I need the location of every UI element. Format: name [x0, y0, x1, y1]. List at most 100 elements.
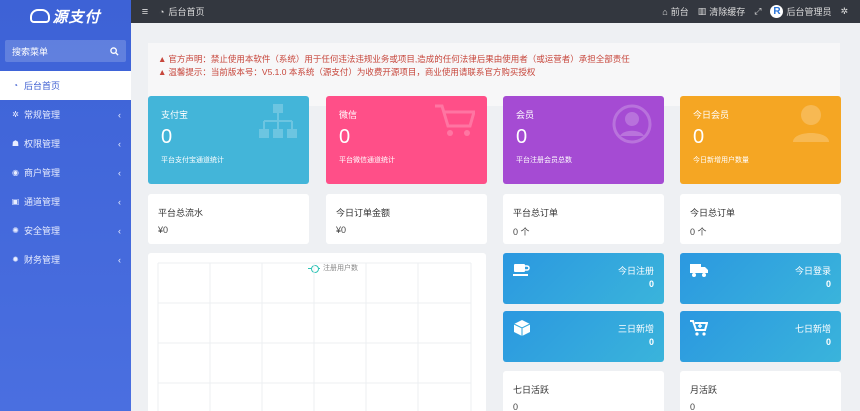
warning-icon: ▲: [158, 67, 167, 77]
stat-value: ¥0: [158, 225, 169, 235]
cube-icon: [513, 320, 531, 336]
user-circle-icon: ◉: [12, 168, 19, 177]
sitemap-icon: [259, 104, 297, 138]
sidebar-search-label: 搜索菜单: [12, 46, 49, 57]
warning-icon: ▲: [158, 54, 167, 64]
admin-menu[interactable]: R 后台管理员: [770, 5, 831, 18]
cloud-icon: [30, 9, 51, 23]
logo[interactable]: 源支付: [0, 0, 131, 32]
card-alipay: 支付宝 0 平台支付宝通道统计: [148, 96, 309, 184]
channel-icon: ▣: [11, 197, 20, 206]
clear-cache-label: 清除缓存: [709, 7, 746, 17]
notice-line-2: ▲ 温馨提示：当前版本号：V5.1.0 本系统（源支付）为收费开源项目，商业使用请…: [158, 66, 830, 79]
register-chart: 注册用户数: [148, 253, 486, 411]
stat-today-amount: 今日订单金额 ¥0: [326, 194, 487, 244]
stat-value: 0 个: [513, 227, 530, 237]
user-icon: [612, 104, 652, 144]
expand-icon: ⤢: [754, 6, 762, 16]
cart-plus-icon: [690, 320, 708, 336]
sidebar-item-label: 通道管理: [24, 197, 61, 207]
finance-icon: ✹: [12, 255, 19, 264]
tile-today-register: 今日注册 0: [503, 253, 664, 304]
stat-monthly-active: 月活跃 0: [680, 371, 841, 411]
trash-icon: ▥: [697, 6, 707, 16]
sidebar-menu: ◔ 后台首页 ✲ 常规管理 ‹ ☗ 权限管理 ‹ ◉ 商户管理 ‹ ▣ 通道管理…: [0, 71, 131, 274]
admin-label: 后台管理员: [786, 7, 832, 17]
fullscreen-button[interactable]: ⤢: [754, 6, 761, 17]
stat-label: 平台总流水: [158, 208, 204, 218]
search-icon: [110, 46, 119, 56]
breadcrumb-label: 后台首页: [168, 7, 205, 17]
clear-cache-button[interactable]: ▥ 清除缓存: [698, 5, 746, 18]
settings-button[interactable]: ✲: [840, 6, 848, 17]
tile-title: 三日新增: [617, 324, 654, 334]
chevron-left-icon: ‹: [118, 254, 121, 265]
tile-title: 七日新增: [794, 324, 831, 334]
avatar: R: [770, 5, 784, 18]
truck-icon: [690, 264, 708, 277]
menu-toggle-icon[interactable]: ≡: [131, 6, 159, 18]
sidebar-item-permissions[interactable]: ☗ 权限管理 ‹: [0, 129, 131, 158]
chevron-left-icon: ‹: [118, 138, 121, 149]
sidebar-item-finance[interactable]: ✹ 财务管理 ‹: [0, 245, 131, 274]
card-desc: 平台支付宝通道统计: [161, 157, 224, 164]
sidebar: 源支付 搜索菜单 ◔ 后台首页 ✲ 常规管理 ‹ ☗ 权限管理 ‹ ◉ 商户管理…: [0, 0, 131, 411]
stat-label: 平台总订单: [513, 208, 559, 218]
sidebar-item-merchants[interactable]: ◉ 商户管理 ‹: [0, 158, 131, 187]
topbar: ≡ ◔ 后台首页 ⌂ 前台 ▥ 清除缓存 ⤢ R 后台管理员 ✲: [131, 0, 860, 23]
chart-grid: [157, 262, 472, 411]
user-icon: [793, 105, 829, 142]
stat-value: 0: [513, 402, 519, 411]
sidebar-item-security[interactable]: ✺ 安全管理 ‹: [0, 216, 131, 245]
stat-label: 七日活跃: [513, 385, 550, 395]
tile-three-day-new: 三日新增 0: [503, 311, 664, 362]
tile-title: 今日登录: [794, 266, 831, 276]
breadcrumb[interactable]: ◔ 后台首页: [159, 5, 204, 18]
stat-value: 0 个: [690, 227, 707, 237]
card-desc: 平台注册会员总数: [516, 157, 572, 164]
chevron-left-icon: ‹: [118, 109, 121, 120]
tile-title: 今日注册: [617, 266, 654, 276]
stat-today-orders: 今日总订单 0 个: [680, 194, 841, 244]
chevron-left-icon: ‹: [118, 225, 121, 236]
card-members: 会员 0 平台注册会员总数: [503, 96, 664, 184]
card-wechat: 微信 0 平台微信通道统计: [326, 96, 487, 184]
stat-label: 今日总订单: [690, 208, 736, 218]
sidebar-item-channels[interactable]: ▣ 通道管理 ‹: [0, 187, 131, 216]
notice-line-1: ▲ 官方声明：禁止使用本软件（系统）用于任何违法违规业务或项目,造成的任何法律后果…: [158, 53, 830, 66]
gear-icon: ✲: [840, 6, 848, 16]
front-label: 前台: [670, 7, 689, 17]
tile-value: 0: [825, 337, 831, 347]
tile-seven-day-new: 七日新增 0: [680, 311, 841, 362]
sidebar-item-dashboard[interactable]: ◔ 后台首页: [0, 71, 131, 100]
stat-label: 今日订单金额: [336, 208, 391, 218]
sidebar-item-label: 财务管理: [24, 255, 61, 265]
sidebar-search[interactable]: 搜索菜单: [5, 40, 126, 62]
tile-value: 0: [648, 337, 654, 347]
tile-value: 0: [648, 279, 654, 289]
logo-text: 源支付: [52, 8, 101, 26]
card-today-members: 今日会员 0 今日新增用户数量: [680, 96, 841, 184]
dashboard-icon: ◔: [13, 81, 18, 90]
sidebar-item-label: 商户管理: [24, 168, 61, 178]
sidebar-item-general[interactable]: ✲ 常规管理 ‹: [0, 100, 131, 129]
users-icon: ☗: [11, 139, 20, 148]
cart-icon: [435, 104, 475, 136]
main-content: ▲ 官方声明：禁止使用本软件（系统）用于任何违法违规业务或项目,造成的任何法律后果…: [131, 23, 860, 411]
notice-text-1: 官方声明：禁止使用本软件（系统）用于任何违法违规业务或项目,造成的任何法律后果由…: [168, 54, 630, 64]
stat-value: 0: [690, 402, 696, 411]
sidebar-item-label: 安全管理: [24, 226, 61, 236]
gear-icon: ✺: [12, 226, 19, 235]
sidebar-item-label: 常规管理: [24, 110, 61, 120]
card-desc: 平台微信通道统计: [339, 157, 395, 164]
notice-text-2: 温馨提示：当前版本号：V5.1.0 本系统（源支付）为收费开源项目，商业使用请联…: [168, 67, 536, 77]
tile-today-login: 今日登录 0: [680, 253, 841, 304]
stat-seven-day-active: 七日活跃 0: [503, 371, 664, 411]
tile-value: 0: [825, 279, 831, 289]
chevron-left-icon: ‹: [118, 167, 121, 178]
dashboard-icon: ◔: [159, 6, 165, 17]
card-desc: 今日新增用户数量: [693, 157, 749, 164]
stat-label: 月活跃: [690, 385, 718, 395]
sidebar-item-label: 后台首页: [24, 81, 61, 91]
front-link[interactable]: ⌂ 前台: [662, 5, 688, 18]
